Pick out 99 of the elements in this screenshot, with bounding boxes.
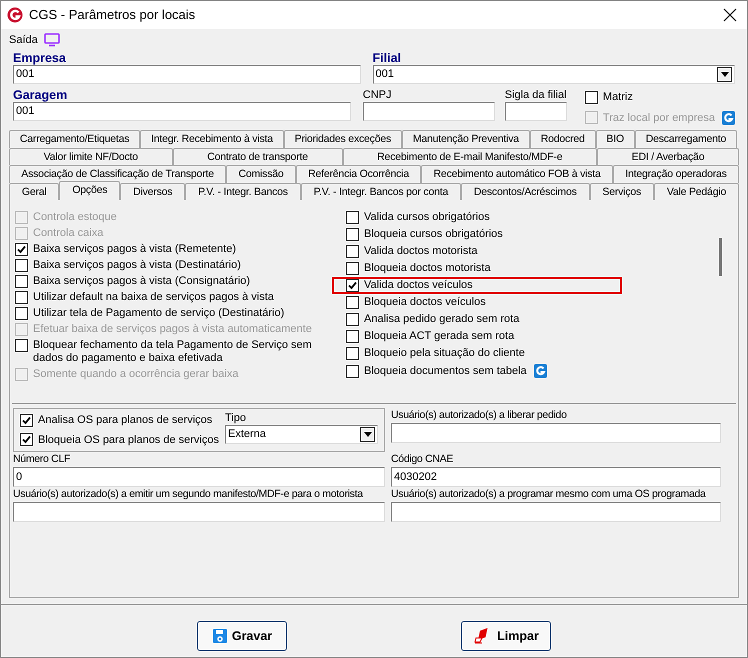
scrollbar[interactable] — [719, 238, 722, 276]
menu-item[interactable]: Saída — [9, 32, 38, 48]
checkbox-label: Baixa serviços pagos à vista (Consignatário) — [33, 274, 250, 288]
checkbox-label: Bloqueia cursos obrigatórios — [364, 228, 503, 241]
checkbox[interactable] — [346, 364, 359, 378]
input-field[interactable]: 0 — [13, 467, 385, 487]
checkbox[interactable] — [346, 347, 359, 360]
input-field[interactable]: 001 — [13, 102, 351, 121]
checkbox-label: Bloqueio pela situação do cliente — [364, 347, 525, 360]
tab[interactable]: Opções — [59, 180, 120, 200]
input-field[interactable]: 4030202 — [391, 467, 721, 487]
window-title: CGS - Parâmetros por locais — [29, 6, 196, 24]
checkbox-label: Baixa serviços pagos à vista (Remetente) — [33, 242, 236, 256]
input-field[interactable]: 001 — [13, 65, 361, 84]
checkbox-label: Bloqueia ACT gerada sem rota — [364, 330, 514, 343]
input-field[interactable] — [504, 102, 567, 121]
close-icon[interactable] — [723, 8, 737, 22]
tab[interactable]: EDI / Averbação — [597, 148, 739, 165]
monitor-icon[interactable] — [44, 33, 60, 47]
logo-icon[interactable] — [722, 110, 735, 125]
dropdown-field[interactable]: 001 — [372, 65, 735, 84]
input-field[interactable] — [391, 502, 721, 522]
field-label: Número CLF — [13, 452, 70, 467]
input-field[interactable] — [13, 502, 385, 522]
tab[interactable]: Carregamento/Etiquetas — [9, 130, 140, 148]
checkbox-label: Matriz — [602, 90, 633, 105]
tab[interactable]: Manutenção Preventiva — [402, 130, 530, 148]
checkbox-label: Valida doctos veículos — [364, 279, 473, 292]
tab[interactable]: Geral — [9, 182, 60, 200]
tab[interactable]: Diversos — [120, 182, 186, 200]
tab[interactable]: BIO — [596, 130, 635, 148]
tab[interactable]: Referência Ocorrência — [296, 165, 422, 182]
dropdown-field[interactable]: Externa — [225, 424, 378, 444]
checkbox-label: Bloqueia documentos sem tabela — [364, 364, 527, 378]
tab[interactable]: P.V. - Integr. Bancos por conta — [300, 182, 461, 200]
tab[interactable]: Integração operadoras — [612, 165, 740, 182]
tab[interactable]: P.V. - Integr. Bancos — [185, 182, 301, 200]
checkbox[interactable] — [346, 296, 359, 309]
checkbox-label: Valida doctos motorista — [364, 245, 478, 258]
checkbox-label: Baixa serviços pagos à vista (Destinatário) — [33, 258, 241, 272]
checkbox-label: Utilizar tela de Pagamento de serviço (Destinatário) — [33, 306, 284, 320]
checkbox-label: Controla caixa — [33, 226, 104, 240]
checkbox[interactable] — [15, 242, 28, 256]
tab[interactable]: Descarregamento — [634, 130, 738, 148]
checkbox[interactable] — [346, 228, 359, 241]
tab[interactable]: Serviços — [590, 182, 654, 200]
checkbox-label: Valida cursos obrigatórios — [364, 211, 490, 224]
field-label: Sigla da filial — [504, 88, 567, 102]
checkbox[interactable] — [346, 211, 359, 224]
field-label: Filial — [372, 51, 402, 65]
checkbox[interactable] — [15, 258, 28, 272]
checkbox[interactable] — [20, 414, 33, 427]
field-label: Usuário(s) autorizado(s) a emitir um segundo manifesto/MDF-e para o motorista — [13, 487, 363, 502]
logo-icon[interactable] — [534, 364, 547, 378]
checkbox[interactable] — [346, 245, 359, 258]
checkbox[interactable] — [15, 274, 28, 288]
checkbox-label: Controla estoque — [33, 210, 117, 224]
checkbox-label: Bloqueia doctos veículos — [364, 296, 486, 309]
tab[interactable]: Recebimento automático FOB à vista — [421, 165, 613, 182]
checkbox[interactable] — [15, 306, 28, 320]
checkbox[interactable] — [15, 290, 28, 304]
checkbox-label: Utilizar default na baixa de serviços pagos à vista — [33, 290, 274, 304]
field-label: Empresa — [13, 51, 67, 65]
save-button[interactable]: Gravar — [197, 621, 287, 651]
field-label: Tipo — [225, 410, 247, 424]
tab[interactable]: Valor limite NF/Docto — [9, 148, 173, 165]
checkbox[interactable] — [346, 279, 359, 292]
field-label: Garagem — [13, 88, 68, 102]
app-logo-icon — [7, 7, 23, 23]
tab[interactable]: Associação de Classificação de Transporte — [9, 165, 226, 182]
checkbox-label: Bloqueia doctos motorista — [364, 262, 491, 275]
checkbox-label: Bloquear fechamento da tela Pagamento de Serviço sem dados do pagamento e baixa efetivada — [33, 338, 313, 364]
checkbox-label: Somente quando a ocorrência gerar baixa — [33, 368, 238, 380]
input-field[interactable] — [391, 423, 721, 443]
checkbox[interactable] — [15, 338, 28, 352]
tab[interactable]: Rodocred — [530, 130, 596, 148]
checkbox[interactable] — [346, 313, 359, 326]
field-label: Código CNAE — [391, 452, 454, 467]
tab[interactable]: Comissão — [226, 165, 296, 182]
input-field[interactable] — [362, 102, 495, 121]
tab[interactable]: Recebimento de E-mail Manifesto/MDF-e — [342, 148, 597, 165]
field-label: Usuário(s) autorizado(s) a programar mesmo com uma OS programada — [391, 487, 706, 502]
checkbox-label: Analisa pedido gerado sem rota — [364, 313, 520, 326]
checkbox-label: Traz local por empresa — [602, 110, 715, 126]
checkbox[interactable] — [584, 90, 598, 104]
field-label: Usuário(s) autorizado(s) a liberar pedido — [391, 408, 567, 423]
checkbox[interactable] — [346, 330, 359, 343]
checkbox-label: Bloqueia OS para planos de serviços — [38, 432, 219, 448]
field-label: CNPJ — [362, 88, 393, 102]
tab[interactable]: Prioridades exceções — [284, 130, 402, 148]
tab[interactable]: Vale Pedágio — [654, 182, 739, 200]
tab[interactable]: Descontos/Acréscimos — [460, 182, 590, 200]
clear-button[interactable]: Limpar — [461, 621, 551, 651]
checkbox[interactable] — [346, 262, 359, 275]
tab[interactable]: Contrato de transporte — [172, 148, 343, 165]
checkbox-label: Efetuar baixa de serviços pagos à vista automaticamente — [33, 322, 312, 336]
checkbox-label: Analisa OS para planos de serviços — [38, 413, 212, 428]
tab[interactable]: Integr. Recebimento à vista — [140, 130, 284, 148]
checkbox[interactable] — [20, 433, 33, 446]
